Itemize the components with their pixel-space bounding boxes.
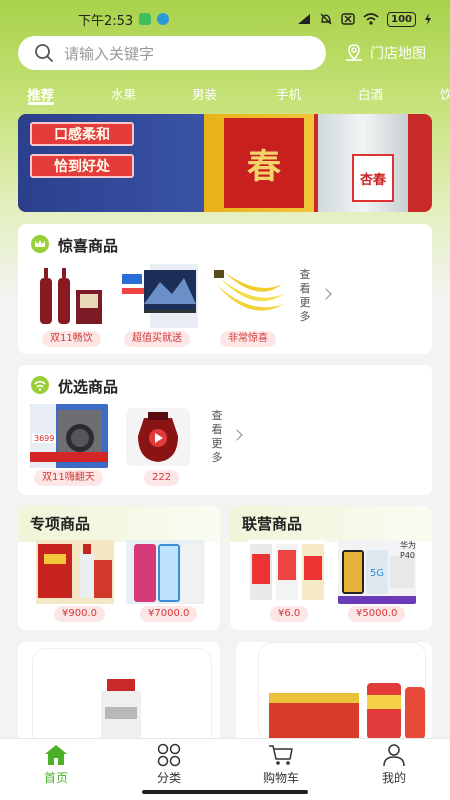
product-tag: 双11畅饮 (42, 331, 101, 347)
tab-baijiu[interactable]: 白酒 (358, 84, 383, 103)
cart-icon (269, 745, 293, 765)
profile-icon (383, 744, 405, 767)
drink-cans-image[interactable] (248, 540, 326, 604)
featured-goods-card: 优选商品 3699 双11嗨翻天 222 查 看 更 多 (18, 365, 432, 495)
product-label: 华为 P40 (400, 541, 416, 560)
chevron-right-icon[interactable] (320, 288, 332, 300)
banner-tag-2: 恰到好处 (30, 154, 134, 178)
liquor-bottle-image (101, 679, 141, 742)
jar-video-image[interactable] (126, 408, 190, 466)
nav-profile[interactable]: 我的 (359, 743, 429, 786)
banner-brand-char: 春 (224, 118, 304, 208)
search-icon (35, 44, 53, 62)
product-grid (18, 642, 432, 742)
search-row: 请输入关键字 门店地图 (18, 36, 438, 70)
wechat-icon (139, 13, 152, 25)
charging-icon (425, 13, 431, 25)
nav-category[interactable]: 分类 (134, 743, 204, 786)
banner-tag-1: 口感柔和 (30, 122, 134, 146)
chevron-right-icon[interactable] (231, 429, 243, 441)
see-more-char: 多 (211, 451, 223, 464)
category-tabs: 推荐 水果 男装 手机 白酒 饮 (0, 80, 450, 106)
liquor-gift-image[interactable] (36, 540, 114, 604)
home-icon (45, 745, 67, 765)
search-placeholder: 请输入关键字 (64, 44, 155, 63)
featured-goods-title: 优选商品 (58, 378, 119, 396)
search-input[interactable]: 请输入关键字 (18, 36, 326, 70)
drink-box-image (269, 683, 425, 739)
price-tag: ¥5000.0 (348, 606, 406, 622)
home-indicator (142, 790, 308, 794)
price-badge: 3699 (32, 434, 57, 443)
status-bar: 下午2:53 100 (0, 0, 450, 38)
wine-bottles-image[interactable] (32, 264, 110, 328)
mute-icon (320, 13, 332, 25)
banner-bottle-label: 杏春 (352, 154, 394, 202)
no-sim-icon (341, 13, 355, 25)
nav-label: 首页 (43, 771, 68, 785)
union-goods-card: 联营商品 ¥6.0 5G 华为 P40 ¥5000.0 (230, 506, 432, 630)
see-more-char: 更 (299, 296, 311, 309)
wifi-icon (363, 13, 379, 25)
signal-icon (298, 14, 311, 24)
product-image-frame (32, 648, 212, 742)
special-goods-card: 专项商品 ¥900.0 ¥7000.0 (18, 506, 220, 630)
surprise-goods-title: 惊喜商品 (58, 237, 119, 255)
product-card[interactable] (236, 642, 432, 742)
tab-fruit[interactable]: 水果 (111, 84, 136, 103)
status-time: 下午2:53 (78, 13, 134, 29)
tab-menswear[interactable]: 男装 (192, 84, 217, 103)
crown-icon (31, 235, 49, 253)
product-tag: 非常惊喜 (220, 331, 276, 347)
product-card[interactable] (18, 642, 220, 742)
product-tag: 双11嗨翻天 (34, 470, 103, 486)
map-pin-icon (346, 44, 362, 61)
wifi-badge-icon (31, 376, 49, 394)
see-more-char: 多 (299, 310, 311, 323)
active-tab-indicator (28, 102, 54, 105)
see-more-featured[interactable]: 查 看 更 多 (210, 409, 224, 465)
product-tag: 222 (144, 470, 180, 486)
nav-cart[interactable]: 购物车 (246, 743, 316, 786)
see-more-char: 查 (299, 268, 311, 281)
svg-text:5G: 5G (370, 568, 384, 579)
price-tag: ¥900.0 (54, 606, 105, 622)
see-more-char: 查 (211, 409, 223, 422)
nav-home[interactable]: 首页 (21, 743, 91, 786)
see-more-char: 看 (211, 423, 223, 436)
see-more-char: 更 (211, 437, 223, 450)
product-image-frame (258, 642, 426, 742)
battery-indicator: 100 (387, 11, 416, 27)
price-tag: ¥7000.0 (140, 606, 198, 622)
tv-image[interactable] (120, 264, 198, 328)
union-goods-title: 联营商品 (230, 506, 432, 542)
nav-label: 我的 (381, 771, 406, 785)
special-goods-title: 专项商品 (18, 506, 220, 542)
store-map-button[interactable]: 门店地图 (344, 43, 426, 63)
banana-image[interactable] (210, 264, 288, 328)
store-map-label: 门店地图 (370, 46, 426, 62)
tab-recommend[interactable]: 推荐 (27, 84, 54, 104)
see-more-surprise[interactable]: 查 看 更 多 (298, 268, 312, 324)
see-more-char: 看 (299, 282, 311, 295)
promo-banner[interactable]: 口感柔和 恰到好处 春 杏春 (18, 114, 432, 212)
product-tag: 超值买就送 (124, 331, 190, 347)
nav-label: 分类 (156, 771, 181, 785)
location-icon (157, 13, 170, 25)
price-tag: ¥6.0 (270, 606, 309, 622)
surprise-goods-card: 惊喜商品 双11畅饮 超值买就送 非常惊喜 查 看 更 多 (18, 224, 432, 354)
tab-phone[interactable]: 手机 (276, 84, 301, 103)
category-icon (157, 743, 181, 767)
nav-label: 购物车 (262, 771, 299, 785)
phone-image[interactable] (126, 540, 204, 604)
tab-drinks[interactable]: 饮 (440, 84, 450, 103)
